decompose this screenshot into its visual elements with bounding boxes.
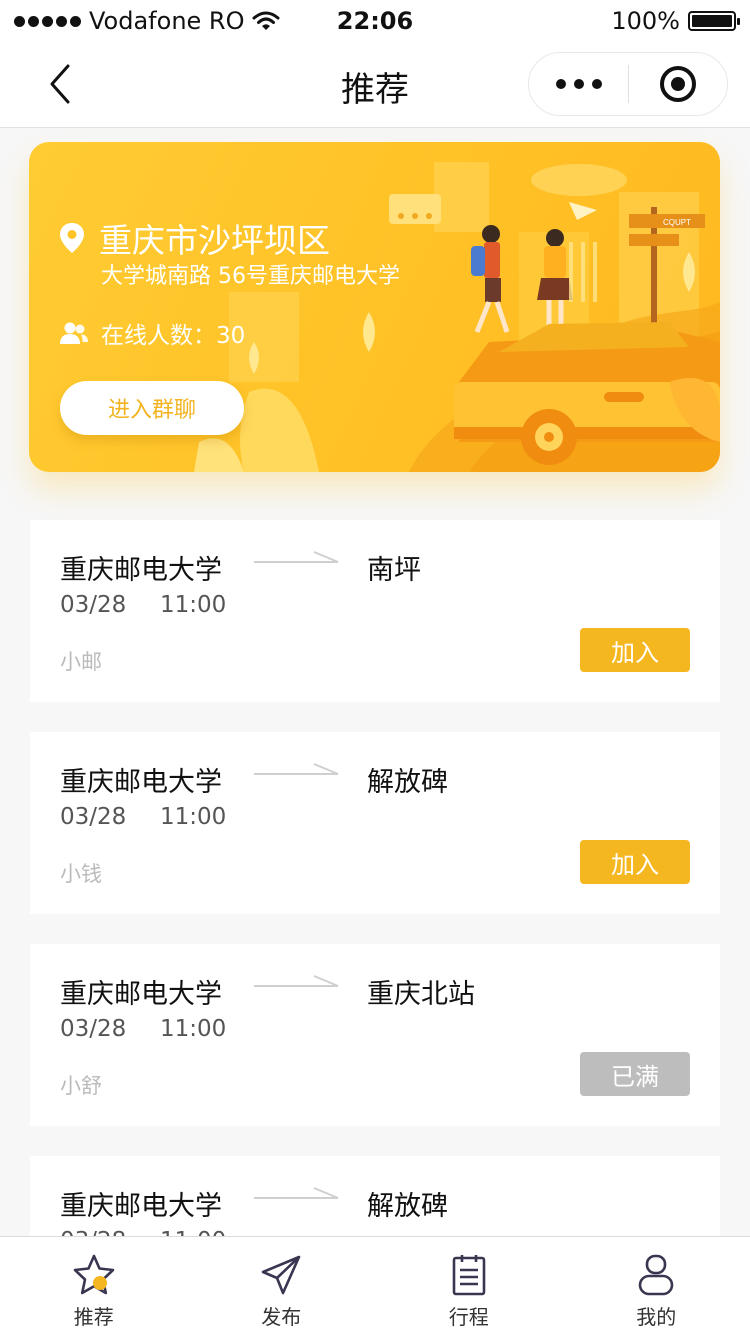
trip-destination: 解放碑 [367, 767, 448, 798]
status-bar: Vodafone RO 22:06 100% [0, 0, 750, 42]
city-label: 重庆市沙坪坝区 [99, 221, 330, 260]
trip-card[interactable]: 重庆邮电大学 南坪 03/28 11:00 小邮 加入 [30, 520, 720, 702]
battery-icon [688, 11, 740, 31]
battery-percent: 100% [611, 7, 680, 35]
users-icon [60, 322, 88, 344]
online-count-row: 在线人数：30 [59, 316, 245, 350]
arrow-right-icon [254, 975, 339, 987]
trip-destination: 解放碑 [367, 1191, 448, 1222]
star-icon [73, 1254, 115, 1295]
back-button[interactable] [40, 60, 84, 110]
join-trip-button[interactable]: 加入 [580, 840, 690, 884]
trip-time: 11:00 [160, 592, 227, 618]
close-button[interactable] [629, 52, 727, 116]
trip-destination: 重庆北站 [367, 979, 475, 1010]
signpost-text: CQUPT [663, 218, 691, 227]
user-icon [638, 1254, 674, 1296]
trip-origin: 重庆邮电大学 [60, 555, 222, 586]
mini-program-capsule [528, 52, 728, 116]
arrow-right-icon [254, 1187, 339, 1199]
paper-plane-icon [261, 1255, 301, 1295]
navigation-bar: 推荐 [0, 42, 750, 128]
trip-list: 重庆邮电大学 南坪 03/28 11:00 小邮 加入 重庆邮电大学 解放碑 03/28 11:0… [30, 520, 720, 1334]
clipboard-list-icon [452, 1255, 486, 1296]
tab-bar: 推荐 发布 行程 我的 [0, 1236, 750, 1334]
trip-card[interactable]: 重庆邮电大学 重庆北站 03/28 11:00 小舒 已满 [30, 944, 720, 1126]
tab-itinerary[interactable]: 行程 [375, 1237, 563, 1334]
tab-label-itinerary: 行程 [448, 1305, 489, 1329]
trip-origin: 重庆邮电大学 [60, 767, 222, 798]
trip-destination: 南坪 [367, 555, 421, 586]
trip-date: 03/28 [60, 804, 127, 830]
wifi-icon [252, 11, 280, 30]
tab-label-publish: 发布 [261, 1305, 302, 1329]
location-banner: CQUPT 重庆市沙坪坝区 大学城南路 56号重庆邮电大学 在线人数：30 进入… [29, 142, 720, 472]
join-trip-button[interactable]: 加入 [580, 628, 690, 672]
trip-user: 小舒 [60, 1074, 102, 1098]
tab-recommend[interactable]: 推荐 [0, 1237, 188, 1334]
status-left: Vodafone RO [14, 7, 280, 35]
tab-label-mine: 我的 [636, 1305, 677, 1329]
chevron-left-icon [50, 64, 70, 104]
address-label: 大学城南路 56号重庆邮电大学 [101, 264, 400, 289]
signal-icon [14, 15, 81, 27]
trip-card[interactable]: 重庆邮电大学 解放碑 03/28 11:00 小钱 加入 [30, 732, 720, 914]
arrow-right-icon [254, 763, 339, 775]
trip-time: 11:00 [160, 1016, 227, 1042]
trip-time: 11:00 [160, 804, 227, 830]
trip-origin: 重庆邮电大学 [60, 1191, 222, 1222]
trip-date: 03/28 [60, 1016, 127, 1042]
location-pin-icon [60, 223, 84, 253]
target-icon [659, 66, 696, 102]
trip-date: 03/28 [60, 592, 127, 618]
trip-user: 小邮 [60, 650, 102, 674]
trip-user: 小钱 [60, 862, 102, 886]
status-right: 100% [611, 7, 740, 35]
location-row: 重庆市沙坪坝区 [59, 214, 330, 262]
tab-mine[interactable]: 我的 [563, 1237, 750, 1334]
tab-publish[interactable]: 发布 [188, 1237, 376, 1334]
tab-label-recommend: 推荐 [73, 1305, 114, 1329]
carrier-label: Vodafone RO [89, 7, 245, 35]
full-status-button: 已满 [580, 1052, 690, 1096]
arrow-right-icon [254, 551, 339, 563]
trip-origin: 重庆邮电大学 [60, 979, 222, 1010]
more-button[interactable] [529, 52, 628, 116]
join-group-chat-button[interactable]: 进入群聊 [60, 381, 244, 435]
online-count-label: 在线人数：30 [101, 323, 246, 349]
